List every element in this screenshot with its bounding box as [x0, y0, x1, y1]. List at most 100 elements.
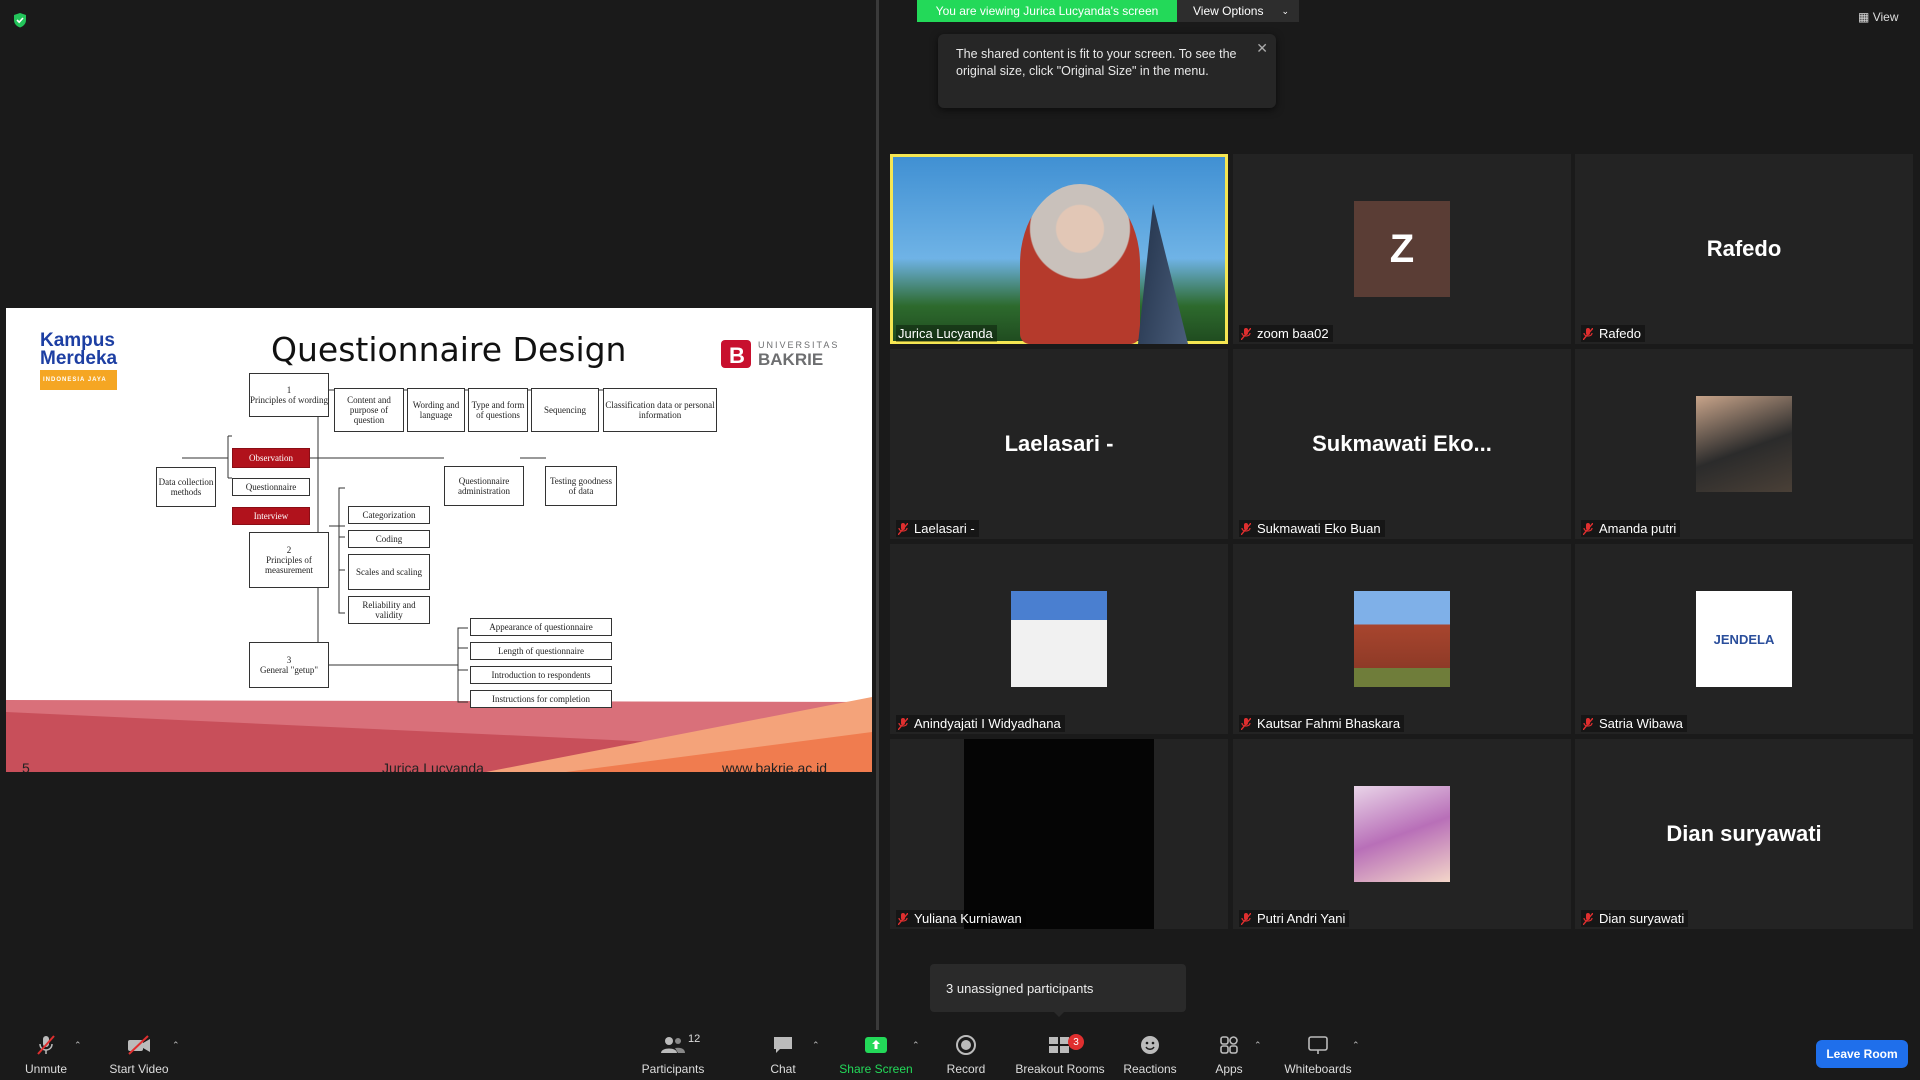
participant-display-name: Rafedo [1706, 236, 1782, 261]
video-camera-off-icon [128, 1035, 150, 1055]
reactions-button[interactable]: Reactions [1120, 1030, 1180, 1080]
box-principles-measurement: 2 Principles of measurement [249, 532, 329, 588]
apps-options-caret[interactable]: ⌃ [1254, 1040, 1262, 1051]
record-button[interactable]: Record [940, 1030, 992, 1080]
participant-tile[interactable]: Yuliana Kurniawan [890, 739, 1228, 929]
participant-name-label: Satria Wibawa [1581, 715, 1687, 732]
box-general: 3 General "getup" [249, 642, 329, 688]
security-shield-icon[interactable] [12, 12, 28, 28]
participant-name-label: Sukmawati Eko Buan [1239, 520, 1385, 537]
chat-icon [774, 1037, 792, 1053]
participant-name-label: Laelasari - [896, 520, 979, 537]
participant-tile[interactable]: Sukmawati Eko... Sukmawati Eko Buan [1233, 349, 1571, 539]
participant-name-label: Jurica Lucyanda [896, 325, 997, 342]
view-options-label: View Options [1193, 4, 1264, 18]
microphone-muted-icon [897, 522, 909, 535]
participant-tile[interactable]: Amanda putri [1575, 349, 1913, 539]
box-wording-language: Wording and language [407, 388, 465, 432]
share-screen-button[interactable]: Share Screen [836, 1030, 916, 1080]
meeting-toolbar: Unmute ⌃ Start Video ⌃ Participants 12 C… [0, 1030, 1920, 1080]
participant-name-label: Amanda putri [1581, 520, 1681, 537]
box-appearance: Appearance of questionnaire [470, 618, 612, 636]
avatar-initial: Z [1354, 201, 1450, 297]
participant-tile[interactable]: JENDELA Satria Wibawa [1575, 544, 1913, 734]
unmute-options-caret[interactable]: ⌃ [74, 1040, 82, 1051]
split-divider[interactable] [876, 0, 879, 1030]
view-options-button[interactable]: View Options ⌄ [1177, 0, 1299, 22]
whiteboards-options-caret[interactable]: ⌃ [1352, 1040, 1360, 1051]
participant-tile[interactable]: Rafedo Rafedo [1575, 154, 1913, 344]
participant-tile[interactable]: Zzoom baa02 [1233, 154, 1571, 344]
box-data-collection: Data collection methods [156, 467, 216, 507]
grid-view-icon: ▦ [1858, 10, 1870, 24]
share-options-caret[interactable]: ⌃ [912, 1040, 920, 1051]
avatar-photo [1011, 591, 1107, 687]
box-sequencing: Sequencing [531, 388, 599, 432]
avatar-photo [1354, 591, 1450, 687]
slide-page-number: 5 [22, 760, 30, 772]
box-interview: Interview [232, 507, 310, 525]
participant-tile[interactable]: Jurica Lucyanda [890, 154, 1228, 344]
microphone-muted-icon [1582, 522, 1594, 535]
participant-name-label: Yuliana Kurniawan [896, 910, 1026, 927]
apps-button[interactable]: Apps [1206, 1030, 1252, 1080]
presentation-slide: Kampus Merdeka INDONESIA JAYA Questionna… [6, 308, 872, 772]
active-speaker-video [1020, 184, 1140, 344]
box-administration: Questionnaire administration [444, 466, 524, 506]
record-icon [956, 1035, 976, 1055]
box-scales: Scales and scaling [348, 554, 430, 590]
building-silhouette [1138, 204, 1188, 344]
view-layout-button[interactable]: ▦ View [1858, 10, 1898, 24]
participant-display-name: Sukmawati Eko... [1312, 431, 1492, 456]
box-instructions: Instructions for completion [470, 690, 612, 708]
box-testing: Testing goodness of data [545, 466, 617, 506]
participant-tile[interactable]: Dian suryawati Dian suryawati [1575, 739, 1913, 929]
whiteboards-button[interactable]: Whiteboards [1280, 1030, 1356, 1080]
box-principles-wording: 1 Principles of wording [249, 373, 329, 417]
microphone-muted-icon [37, 1035, 55, 1055]
microphone-muted-icon [1582, 327, 1594, 340]
box-content-purpose: Content and purpose of question [334, 388, 404, 432]
microphone-muted-icon [1582, 912, 1594, 925]
smiley-icon [1141, 1036, 1159, 1054]
video-options-caret[interactable]: ⌃ [172, 1040, 180, 1051]
microphone-muted-icon [1240, 327, 1252, 340]
participant-tile[interactable]: Kautsar Fahmi Bhaskara [1233, 544, 1571, 734]
box-length: Length of questionnaire [470, 642, 612, 660]
popover-arrow [1052, 1010, 1066, 1017]
close-icon[interactable]: ✕ [1256, 40, 1268, 57]
participant-name-label: zoom baa02 [1239, 325, 1333, 342]
participant-display-name: Dian suryawati [1666, 821, 1822, 846]
participant-name-label: Anindyajati I Widyadhana [896, 715, 1065, 732]
unmute-button[interactable]: Unmute [20, 1030, 72, 1080]
microphone-muted-icon [897, 717, 909, 730]
avatar-photo [1696, 396, 1792, 492]
microphone-muted-icon [1240, 717, 1252, 730]
box-questionnaire: Questionnaire [232, 478, 310, 496]
diagram-connectors [182, 389, 661, 703]
participant-tile[interactable]: Putri Andri Yani [1233, 739, 1571, 929]
unassigned-participants-popover[interactable]: 3 unassigned participants [930, 964, 1186, 1012]
microphone-muted-icon [1240, 522, 1252, 535]
participant-name-label: Dian suryawati [1581, 910, 1689, 927]
avatar-photo [1354, 786, 1450, 882]
participant-tile[interactable]: Anindyajati I Widyadhana [890, 544, 1228, 734]
slide-footer-author: Jurica Lucyanda [382, 760, 484, 772]
breakout-badge: 3 [1068, 1034, 1084, 1050]
start-video-button[interactable]: Start Video [106, 1030, 172, 1080]
box-reliability: Reliability and validity [348, 596, 430, 624]
breakout-rooms-button[interactable]: Breakout Rooms [1010, 1030, 1110, 1080]
box-classification: Classification data or personal informat… [603, 388, 717, 432]
microphone-muted-icon [1582, 717, 1594, 730]
box-categorization: Categorization [348, 506, 430, 524]
chat-button[interactable]: Chat [760, 1030, 806, 1080]
participant-name-label: Kautsar Fahmi Bhaskara [1239, 715, 1405, 732]
viewing-screen-banner: You are viewing Jurica Lucyanda's screen [917, 0, 1177, 22]
leave-room-button[interactable]: Leave Room [1816, 1040, 1908, 1068]
avatar-photo: JENDELA [1696, 591, 1792, 687]
box-introduction: Introduction to respondents [470, 666, 612, 684]
participants-icon [661, 1037, 685, 1053]
chat-options-caret[interactable]: ⌃ [812, 1040, 820, 1051]
box-coding: Coding [348, 530, 430, 548]
participant-tile[interactable]: Laelasari - Laelasari - [890, 349, 1228, 539]
